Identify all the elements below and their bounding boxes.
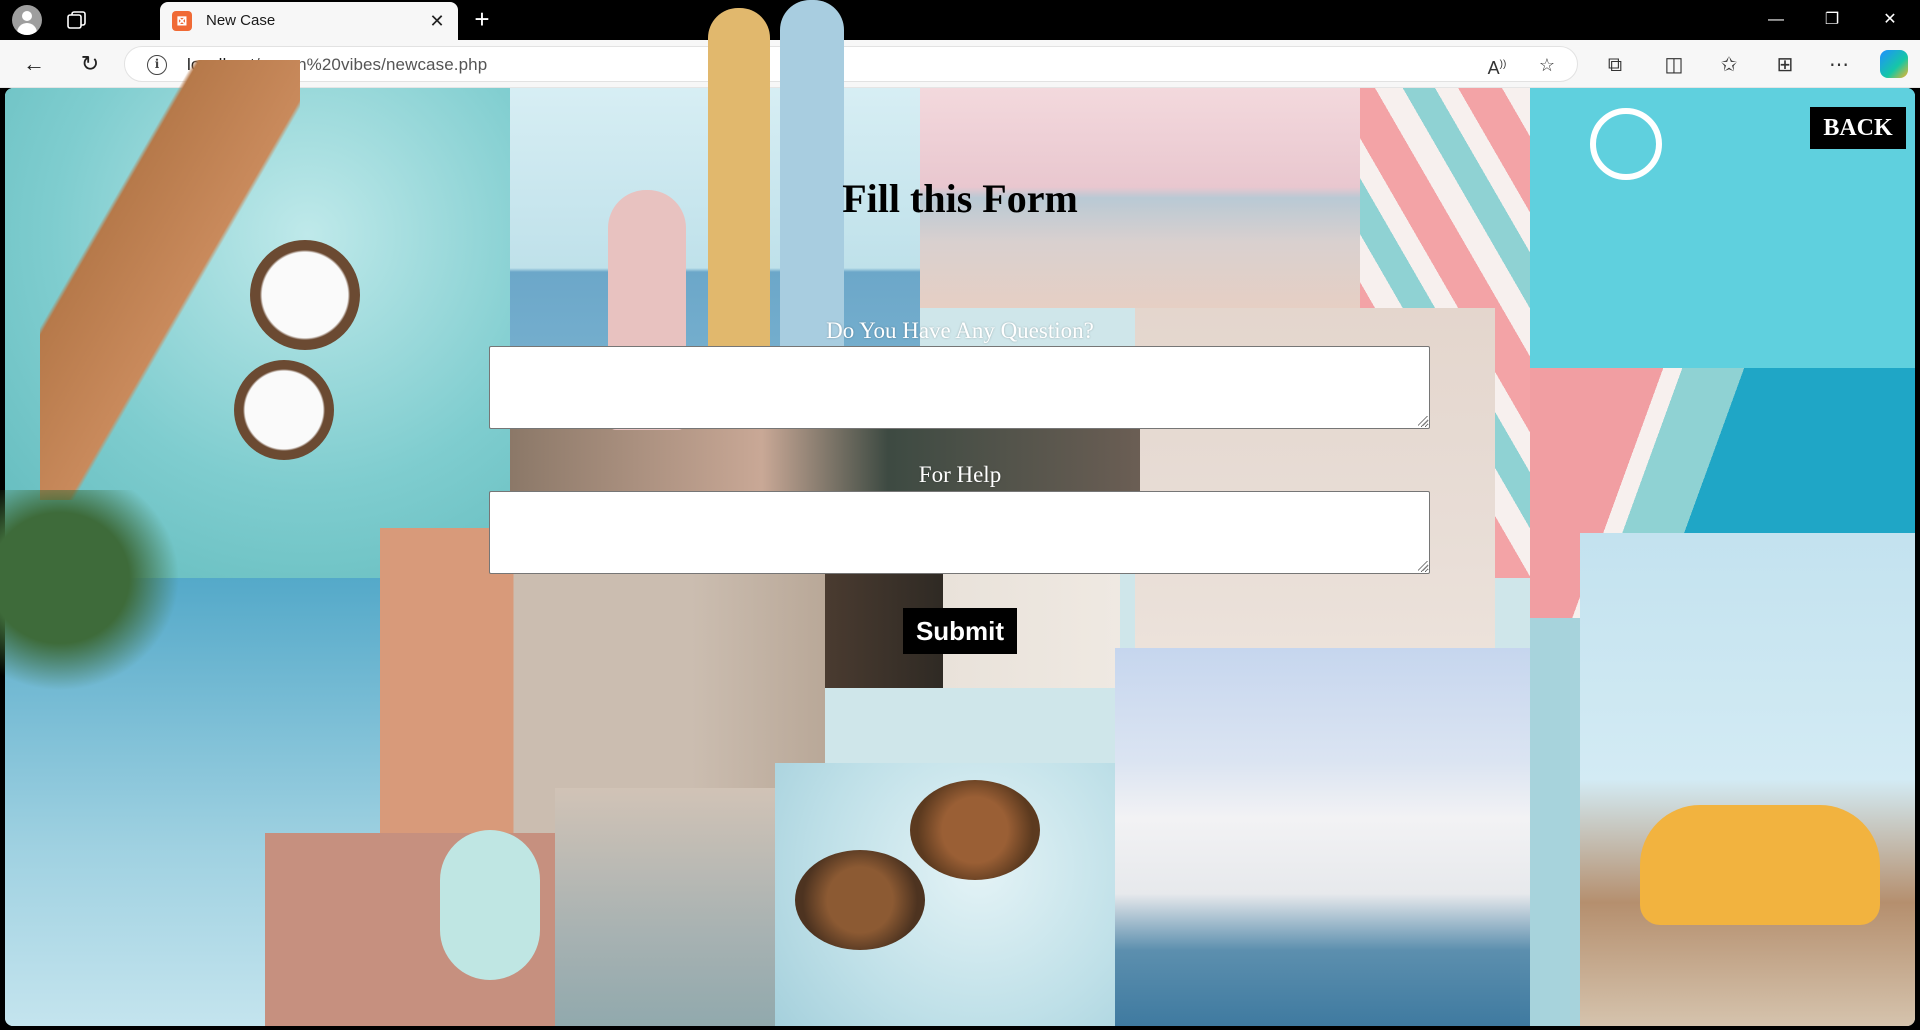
coconut-decoration — [234, 360, 334, 460]
resize-grip-icon[interactable] — [1418, 561, 1428, 571]
more-options-icon[interactable]: ⋯ — [1826, 52, 1852, 78]
close-window-icon[interactable]: ✕ — [1862, 0, 1918, 40]
restore-icon[interactable]: ❐ — [1804, 0, 1860, 40]
workspaces-icon[interactable] — [66, 10, 88, 30]
skateboard-decoration — [440, 830, 540, 980]
back-button[interactable]: BACK — [1810, 107, 1906, 149]
browser-title-bar: ⊠ New Case ✕ + — ❐ ✕ — [0, 0, 1920, 40]
vw-logo-decoration — [1590, 108, 1662, 180]
address-bar[interactable]: i localhost/ocean%20vibes/newcase.php A)… — [124, 46, 1578, 82]
question-textarea[interactable] — [489, 346, 1430, 429]
profile-avatar-icon[interactable] — [12, 5, 42, 35]
extensions-icon[interactable]: ⧉ — [1602, 52, 1628, 78]
car-decoration — [1640, 805, 1880, 925]
question-label: Do You Have Any Question? — [826, 318, 1094, 343]
minimize-icon[interactable]: — — [1748, 0, 1804, 40]
turtle-decoration — [910, 780, 1040, 880]
close-tab-icon[interactable]: ✕ — [426, 10, 448, 32]
fountain-water-photo — [555, 788, 775, 1026]
turtle-decoration — [795, 850, 925, 950]
help-textarea[interactable] — [489, 491, 1430, 574]
resize-grip-icon[interactable] — [1418, 416, 1428, 426]
xampp-icon: ⊠ — [172, 11, 192, 31]
read-aloud-icon[interactable]: A)) — [1485, 53, 1509, 78]
harbor-boats-photo — [1115, 648, 1535, 1026]
collections-icon[interactable]: ⊞ — [1772, 52, 1798, 78]
harbor-strip-photo — [1530, 618, 1580, 1026]
help-label: For Help — [918, 462, 1002, 487]
palm-beetle-car-photo — [1580, 533, 1915, 1026]
page-title: Fill this Form — [842, 176, 1078, 221]
favorites-icon[interactable]: ✩ — [1716, 52, 1742, 78]
submit-button[interactable]: Submit — [903, 608, 1017, 654]
tab-title: New Case — [206, 12, 276, 29]
copilot-icon[interactable] — [1880, 50, 1908, 78]
split-screen-icon[interactable]: ◫ — [1661, 52, 1687, 78]
new-tab-icon[interactable]: + — [468, 6, 496, 34]
browser-tab[interactable]: ⊠ New Case ✕ — [160, 2, 458, 40]
palm-decoration — [0, 490, 200, 710]
favorite-star-icon[interactable]: ☆ — [1535, 53, 1559, 77]
